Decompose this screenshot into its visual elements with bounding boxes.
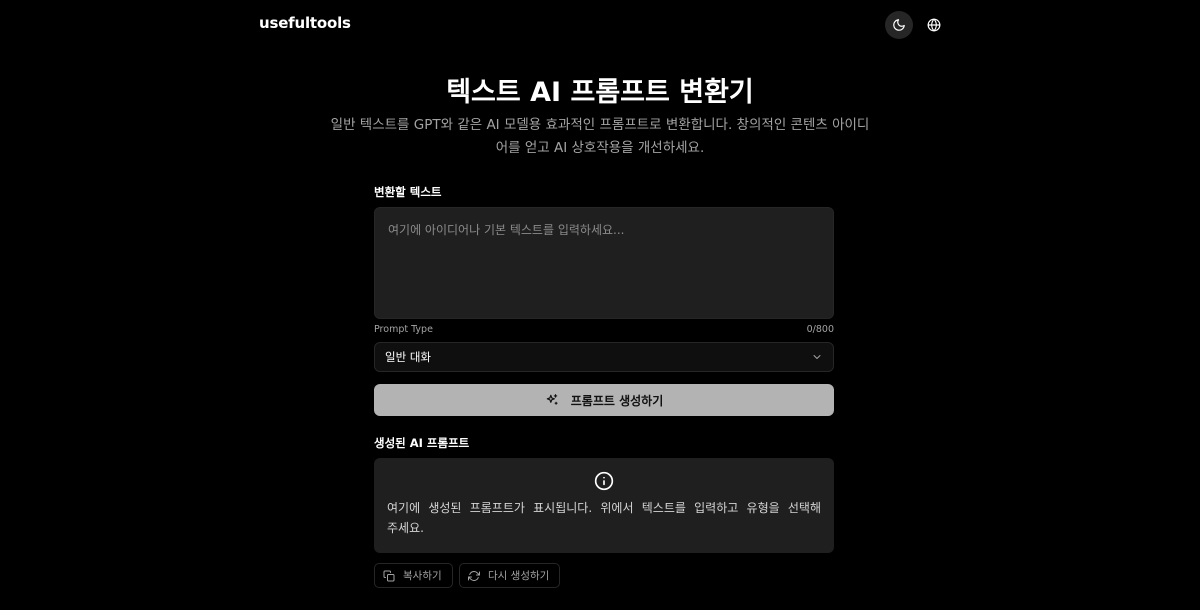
text-input[interactable] [374, 207, 834, 319]
output-box: 여기에 생성된 프롬프트가 표시됩니다. 위에서 텍스트를 입력하고 유형을 선… [374, 458, 834, 553]
language-button[interactable] [920, 11, 948, 39]
header: usefultools [0, 0, 1200, 50]
globe-icon [927, 18, 941, 32]
prompt-type-label: Prompt Type [374, 324, 433, 335]
logo[interactable]: usefultools [259, 14, 351, 32]
prompt-type-selected: 일반 대화 [385, 350, 431, 364]
moon-icon [893, 19, 905, 31]
page-title: 텍스트 AI 프롬프트 변환기 [446, 77, 754, 108]
output-label: 생성된 AI 프롬프트 [374, 436, 470, 450]
regenerate-button[interactable]: 다시 생성하기 [459, 563, 560, 588]
page-description: 일반 텍스트를 GPT와 같은 AI 모델용 효과적인 프롬프트로 변환합니다.… [330, 117, 870, 156]
input-label: 변환할 텍스트 [374, 185, 442, 199]
copy-button[interactable]: 복사하기 [374, 563, 453, 588]
generate-prompt-button[interactable]: 프롬프트 생성하기 [374, 384, 834, 416]
refresh-icon [468, 570, 480, 581]
output-placeholder-text: 여기에 생성된 프롬프트가 표시됩니다. 위에서 텍스트를 입력하고 유형을 선… [387, 501, 821, 535]
copy-button-label: 복사하기 [403, 570, 442, 582]
prompt-type-select[interactable]: 일반 대화 [374, 342, 834, 372]
sparkles-icon [546, 394, 558, 405]
info-icon [594, 471, 614, 491]
regenerate-button-label: 다시 생성하기 [488, 570, 550, 582]
theme-toggle-button[interactable] [885, 11, 913, 39]
char-count: 0/800 [806, 324, 834, 335]
generate-button-label: 프롬프트 생성하기 [570, 393, 664, 408]
copy-icon [383, 570, 395, 581]
chevron-down-icon [813, 355, 821, 359]
